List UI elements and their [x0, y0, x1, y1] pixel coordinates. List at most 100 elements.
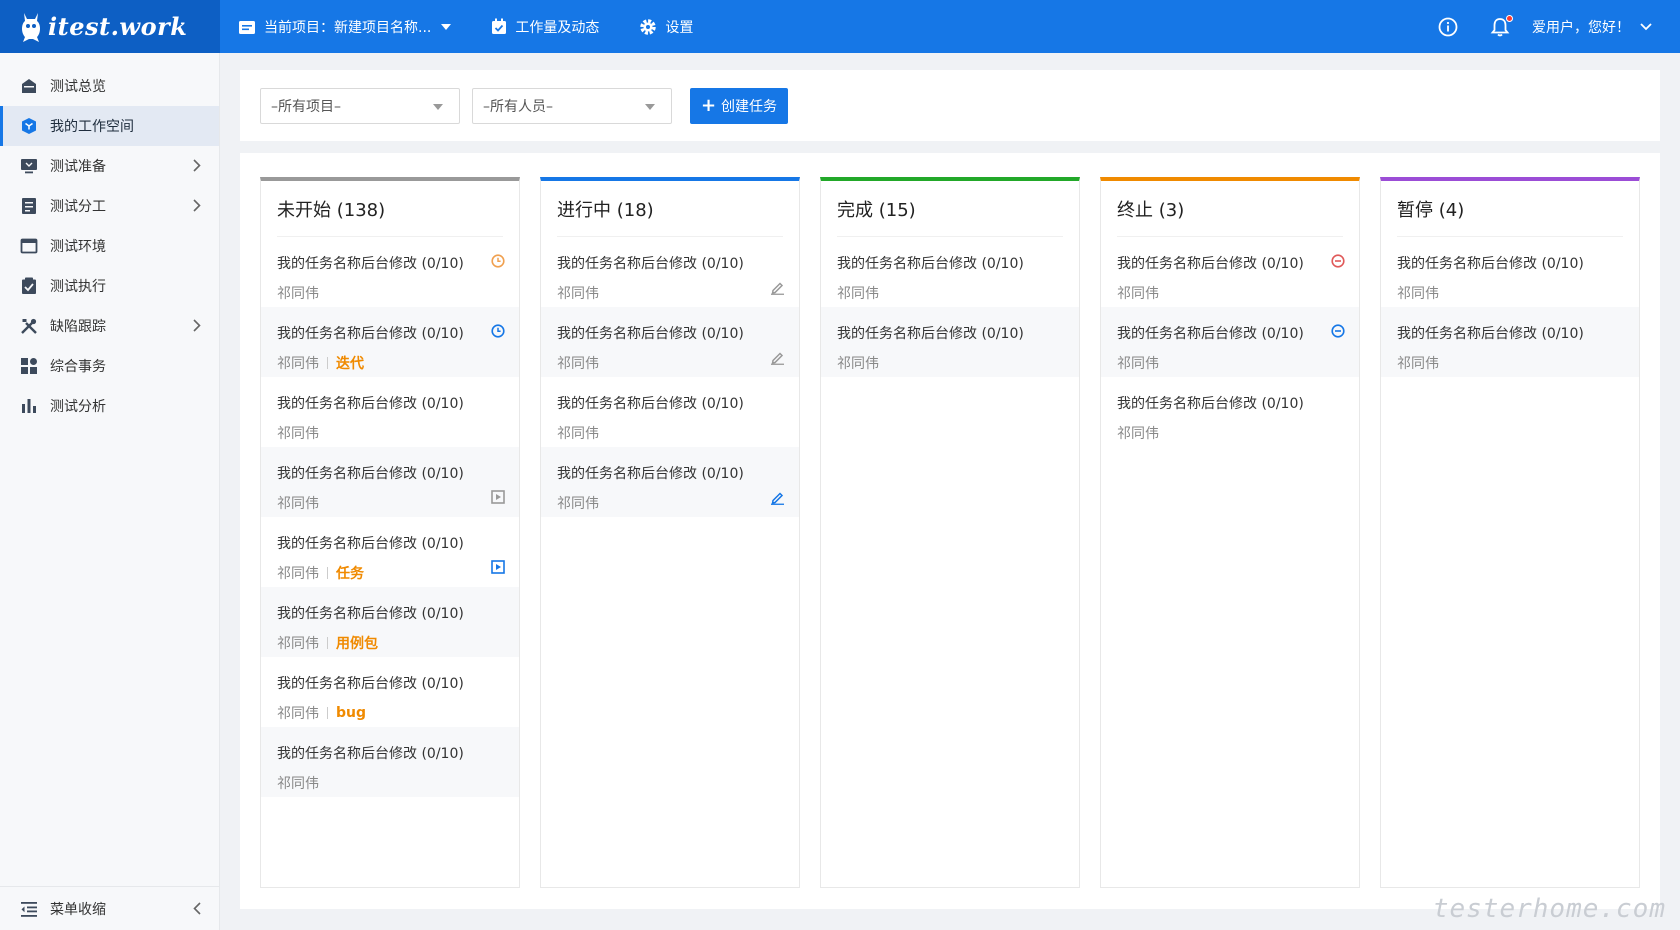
user-menu[interactable]: 爱用户，您好！ [1532, 17, 1652, 37]
task-card[interactable]: 我的任务名称后台修改 (0/10) 祁同伟 迭代 [261, 307, 519, 377]
task-card[interactable]: 我的任务名称后台修改 (0/10) 祁同伟 [821, 307, 1079, 377]
task-title: 我的任务名称后台修改 (0/10) [277, 676, 464, 692]
divider [327, 357, 328, 369]
menu-fold-icon [20, 900, 38, 918]
sidebar-item-test-exec[interactable]: 测试执行 [0, 266, 219, 306]
task-meta: 祁同伟 [277, 283, 503, 303]
task-title: 我的任务名称后台修改 (0/10) [1117, 256, 1304, 272]
collapse-menu-label: 菜单收缩 [50, 901, 106, 918]
sidebar-item-label: 测试分析 [50, 399, 106, 415]
task-owner: 祁同伟 [277, 496, 319, 512]
info-icon[interactable] [1438, 17, 1458, 37]
chevron-right-icon [193, 319, 201, 332]
task-meta: 祁同伟 用例包 [277, 633, 503, 653]
task-card[interactable]: 我的任务名称后台修改 (0/10) 祁同伟 [821, 237, 1079, 307]
task-card[interactable]: 我的任务名称后台修改 (0/10) 祁同伟 [1381, 307, 1639, 377]
task-owner: 祁同伟 [557, 426, 599, 442]
filter-bar: –所有项目– –所有人员– + 创建任务 [240, 70, 1660, 141]
task-meta: 祁同伟 [837, 283, 1063, 303]
task-title: 我的任务名称后台修改 (0/10) [277, 466, 464, 482]
clock-icon[interactable] [491, 254, 505, 272]
task-title: 我的任务名称后台修改 (0/10) [557, 396, 744, 412]
task-owner: 祁同伟 [557, 356, 599, 372]
bell-icon[interactable] [1490, 14, 1513, 37]
sidebar-item-label: 测试环境 [50, 239, 106, 255]
task-title: 我的任务名称后台修改 (0/10) [277, 396, 464, 412]
task-card[interactable]: 我的任务名称后台修改 (0/10) 祁同伟 用例包 [261, 587, 519, 657]
task-card[interactable]: 我的任务名称后台修改 (0/10) 祁同伟 [541, 307, 799, 377]
task-title: 我的任务名称后台修改 (0/10) [277, 256, 464, 272]
task-title: 我的任务名称后台修改 (0/10) [837, 256, 1024, 272]
minus-circle-icon[interactable] [1331, 324, 1345, 342]
task-card[interactable]: 我的任务名称后台修改 (0/10) 祁同伟 bug [261, 657, 519, 727]
task-meta: 祁同伟 [557, 493, 783, 513]
edit-icon[interactable] [770, 490, 785, 509]
project-filter-select[interactable]: –所有项目– [260, 87, 460, 124]
divider [327, 707, 328, 719]
workload-link[interactable]: 工作量及动态 [491, 17, 599, 37]
settings-link[interactable]: 设置 [639, 17, 693, 37]
task-owner: 祁同伟 [277, 426, 319, 442]
minus-circle-icon[interactable] [1331, 254, 1345, 272]
collapse-menu-button[interactable]: 菜单收缩 [0, 886, 219, 930]
sidebar-item-test-env[interactable]: 测试环境 [0, 226, 219, 266]
task-card[interactable]: 我的任务名称后台修改 (0/10) 祁同伟 任务 [261, 517, 519, 587]
project-selector[interactable]: 当前项目：新建项目名称... [238, 17, 452, 37]
sidebar-item-my-workspace[interactable]: 我的工作空间 [0, 106, 219, 146]
sidebar-item-overview[interactable]: 测试总览 [0, 66, 219, 106]
task-meta: 祁同伟 [1117, 423, 1343, 443]
sidebar-item-defect-tracking[interactable]: 缺陷跟踪 [0, 306, 219, 346]
task-card[interactable]: 我的任务名称后台修改 (0/10) 祁同伟 [261, 447, 519, 517]
task-meta: 祁同伟 [837, 353, 1063, 373]
task-card[interactable]: 我的任务名称后台修改 (0/10) 祁同伟 [1101, 377, 1359, 447]
sidebar-item-test-prep[interactable]: 测试准备 [0, 146, 219, 186]
logo[interactable]: itest.work [0, 0, 220, 53]
grid-icon [20, 357, 38, 375]
task-meta: 祁同伟 bug [277, 703, 503, 723]
task-owner: 祁同伟 [277, 776, 319, 792]
clipboard-check-icon [20, 277, 38, 295]
task-card[interactable]: 我的任务名称后台修改 (0/10) 祁同伟 [541, 447, 799, 517]
watermark: testerhome.com [1432, 894, 1666, 924]
kanban-column-terminated: 终止 (3) 我的任务名称后台修改 (0/10) 祁同伟 我的任务名称后台修改 (0/… [1100, 177, 1360, 888]
task-meta: 祁同伟 [557, 283, 783, 303]
create-task-button[interactable]: + 创建任务 [690, 87, 788, 124]
task-card[interactable]: 我的任务名称后台修改 (0/10) 祁同伟 [261, 727, 519, 797]
column-title: 未开始 (138) [277, 181, 503, 237]
chevron-right-icon [193, 159, 201, 172]
notification-dot [1506, 14, 1513, 22]
task-type-tag: 迭代 [336, 356, 364, 372]
task-owner: 祁同伟 [837, 356, 879, 372]
task-card[interactable]: 我的任务名称后台修改 (0/10) 祁同伟 [261, 237, 519, 307]
plus-icon: + [700, 95, 717, 116]
task-card[interactable]: 我的任务名称后台修改 (0/10) 祁同伟 [261, 377, 519, 447]
task-card[interactable]: 我的任务名称后台修改 (0/10) 祁同伟 [541, 377, 799, 447]
edit-icon[interactable] [770, 350, 785, 369]
task-card[interactable]: 我的任务名称后台修改 (0/10) 祁同伟 [1381, 237, 1639, 307]
task-owner: 祁同伟 [277, 636, 319, 652]
sidebar-item-test-analysis[interactable]: 测试分析 [0, 386, 219, 426]
task-owner: 祁同伟 [277, 706, 319, 722]
sidebar-item-test-division[interactable]: 测试分工 [0, 186, 219, 226]
task-meta: 祁同伟 迭代 [277, 353, 503, 373]
calendar-check-icon [492, 18, 507, 34]
chevron-left-icon [193, 902, 201, 915]
task-title: 我的任务名称后台修改 (0/10) [1117, 326, 1304, 342]
play-box-icon[interactable] [491, 560, 505, 578]
task-owner: 祁同伟 [277, 566, 319, 582]
clock-icon[interactable] [491, 324, 505, 342]
caret-down-icon [433, 103, 443, 110]
people-filter-select[interactable]: –所有人员– [472, 87, 672, 124]
caret-down-icon [645, 103, 655, 110]
chevron-down-icon [1640, 22, 1652, 30]
task-card[interactable]: 我的任务名称后台修改 (0/10) 祁同伟 [1101, 237, 1359, 307]
task-card[interactable]: 我的任务名称后台修改 (0/10) 祁同伟 [1101, 307, 1359, 377]
play-box-icon[interactable] [491, 490, 505, 508]
task-card[interactable]: 我的任务名称后台修改 (0/10) 祁同伟 [541, 237, 799, 307]
tools-icon [20, 317, 38, 335]
sidebar-item-general-affairs[interactable]: 综合事务 [0, 346, 219, 386]
task-title: 我的任务名称后台修改 (0/10) [557, 326, 744, 342]
edit-icon[interactable] [770, 280, 785, 299]
workload-label: 工作量及动态 [515, 19, 600, 36]
project-filter-value: –所有项目– [271, 98, 341, 115]
